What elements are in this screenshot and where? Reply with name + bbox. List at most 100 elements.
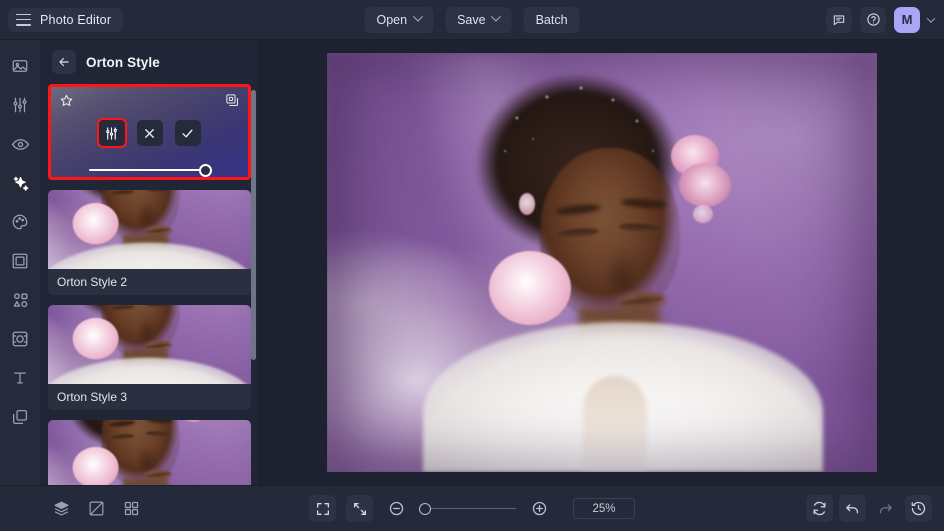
history-button[interactable] — [905, 495, 932, 522]
compare-button[interactable] — [83, 495, 110, 522]
fit-to-screen-button[interactable] — [346, 495, 373, 522]
layers-copy-icon — [11, 408, 29, 426]
rail-item-view[interactable] — [6, 130, 34, 158]
redo-icon — [877, 500, 894, 517]
cancel-preset-button[interactable] — [137, 120, 163, 146]
save-button[interactable]: Save — [445, 7, 512, 33]
canvas-area — [260, 40, 944, 485]
retouch-icon — [11, 330, 29, 348]
rail-item-image[interactable] — [6, 52, 34, 80]
photo-flower-lower-right — [679, 163, 731, 207]
duplicate-icon — [225, 93, 240, 108]
rail-item-adjust[interactable] — [6, 91, 34, 119]
active-preset-card[interactable] — [48, 84, 251, 180]
undo-button[interactable] — [839, 495, 866, 522]
layers-icon — [53, 500, 70, 517]
bottom-bar: 25% — [0, 485, 944, 531]
open-button[interactable]: Open — [364, 7, 433, 33]
list-item[interactable]: Orton Style 3 — [48, 305, 251, 410]
rail-item-text[interactable] — [6, 364, 34, 392]
zoom-out-button[interactable] — [383, 495, 410, 522]
zoom-in-button[interactable] — [526, 495, 553, 522]
photo-flower-large — [489, 251, 571, 325]
sparkles-icon — [11, 174, 30, 193]
panel-header: Orton Style — [40, 40, 259, 84]
back-button[interactable] — [52, 50, 76, 74]
text-icon — [11, 369, 29, 387]
history-icon — [910, 500, 927, 517]
zoom-slider-knob[interactable] — [419, 503, 431, 515]
tool-rail — [0, 40, 40, 485]
batch-label: Batch — [536, 13, 568, 27]
slider-track — [89, 169, 210, 172]
adjust-sliders-icon — [104, 126, 119, 141]
slider-knob[interactable] — [199, 164, 212, 177]
shapes-icon — [11, 291, 30, 310]
chevron-down-icon[interactable] — [927, 14, 935, 22]
rail-item-frame[interactable] — [6, 247, 34, 275]
app-menu-button[interactable]: Photo Editor — [8, 8, 123, 32]
photo-nose — [608, 249, 642, 291]
zoom-in-icon — [531, 500, 548, 517]
photo-collar — [583, 376, 647, 472]
star-icon — [59, 93, 74, 108]
frame-icon — [11, 252, 29, 270]
file-actions: Open Save Batch — [364, 7, 579, 33]
help-button[interactable] — [860, 7, 886, 33]
preset-thumbnail — [48, 420, 251, 485]
zoom-slider[interactable] — [420, 502, 516, 516]
presets-panel: Orton Style — [40, 40, 260, 485]
photo-flower-bud-right — [693, 205, 713, 223]
fullscreen-button[interactable] — [309, 495, 336, 522]
preset-label: Orton Style 2 — [48, 269, 251, 295]
eye-icon — [11, 135, 30, 154]
avatar[interactable]: M — [894, 7, 920, 33]
check-icon — [180, 126, 195, 141]
rail-item-layers[interactable] — [6, 403, 34, 431]
compare-split-icon — [88, 500, 105, 517]
apply-preset-button[interactable] — [175, 120, 201, 146]
top-bar: Photo Editor Open Save Batch — [0, 0, 944, 40]
zoom-controls: 25% — [309, 495, 635, 522]
comment-icon — [832, 13, 846, 27]
arrow-left-icon — [57, 55, 71, 69]
account-actions: M — [826, 7, 936, 33]
panel-scrollbar[interactable] — [251, 90, 256, 360]
help-circle-icon — [866, 12, 881, 27]
list-item[interactable]: Orton Style 2 — [48, 190, 251, 295]
preset-thumbnail — [48, 305, 251, 384]
adjust-sliders-icon — [11, 96, 29, 114]
reset-button[interactable] — [806, 495, 833, 522]
open-label: Open — [376, 13, 407, 27]
fullscreen-icon — [315, 501, 331, 517]
preset-label: Orton Style 3 — [48, 384, 251, 410]
rail-item-retouch[interactable] — [6, 325, 34, 353]
palette-icon — [11, 213, 29, 231]
preset-strength-slider[interactable] — [89, 163, 210, 177]
presets-scroll-area: Orton Style 2 — [40, 84, 259, 485]
zoom-slider-track — [420, 508, 516, 510]
duplicate-button[interactable] — [225, 93, 240, 113]
chevron-down-icon — [491, 12, 501, 22]
rail-item-shapes[interactable] — [6, 286, 34, 314]
rail-item-color[interactable] — [6, 208, 34, 236]
grid-button[interactable] — [118, 495, 145, 522]
rail-item-effects[interactable] — [6, 169, 34, 197]
layers-button[interactable] — [48, 495, 75, 522]
redo-button[interactable] — [872, 495, 899, 522]
undo-icon — [844, 500, 861, 517]
image-icon — [11, 57, 29, 75]
app-title: Photo Editor — [40, 13, 111, 27]
favorite-button[interactable] — [59, 93, 74, 113]
zoom-level[interactable]: 25% — [573, 498, 635, 519]
comment-button[interactable] — [826, 7, 852, 33]
reset-rotate-icon — [811, 500, 828, 517]
card-action-row — [51, 120, 248, 146]
save-label: Save — [457, 13, 486, 27]
edit-settings-button[interactable] — [99, 120, 125, 146]
list-item[interactable]: Orton Style 4 — [48, 420, 251, 485]
chevron-down-icon — [413, 12, 423, 22]
batch-button[interactable]: Batch — [524, 7, 580, 33]
panel-title: Orton Style — [86, 55, 160, 70]
edited-photo[interactable] — [327, 53, 877, 472]
